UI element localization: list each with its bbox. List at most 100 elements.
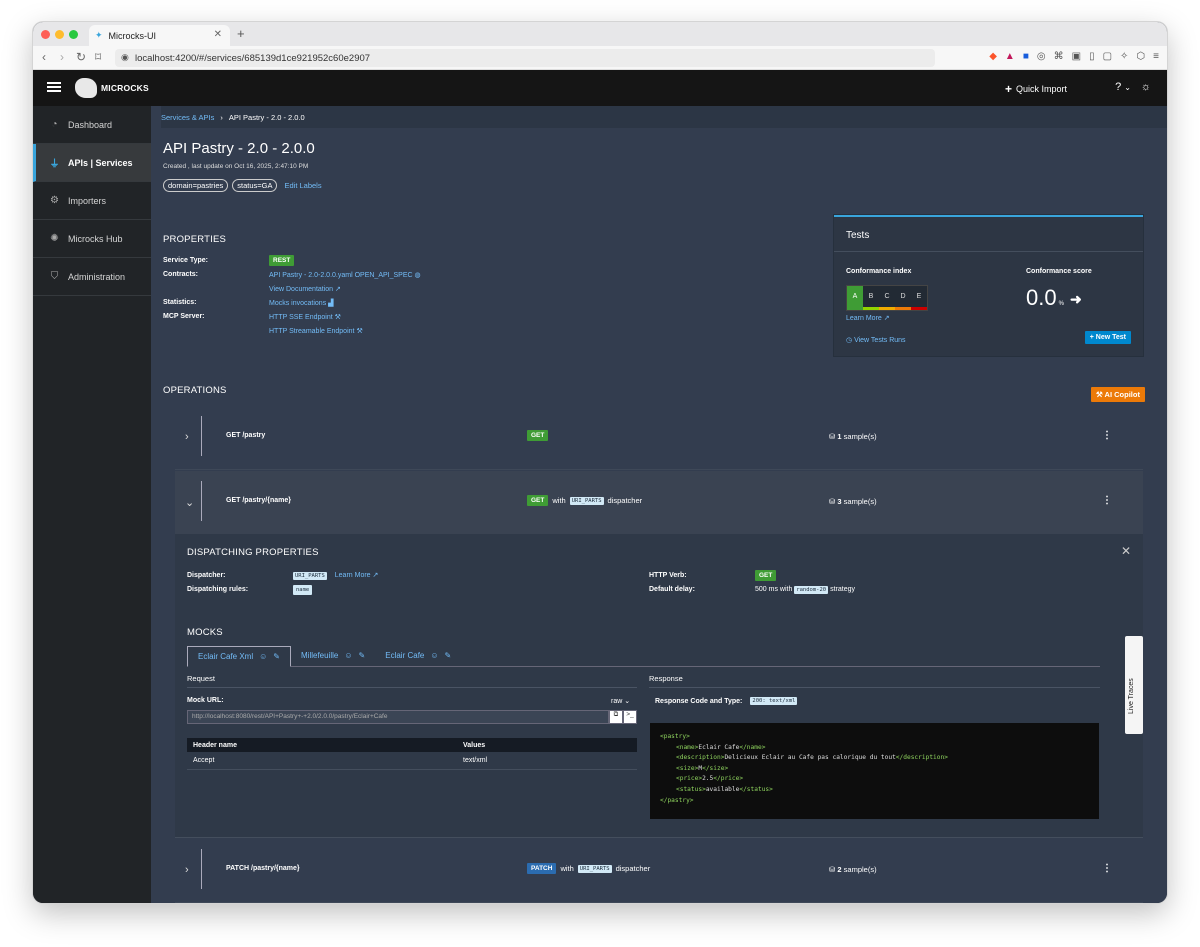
live-traces-drawer-tab[interactable]: Live Traces — [1125, 636, 1143, 734]
tab-label: Eclair Cafe Xml — [198, 652, 254, 661]
dispatcher-code: URI_PARTS — [569, 496, 604, 505]
chevron-down-icon[interactable]: ⌄ — [185, 496, 194, 509]
external-link-icon: ↗ — [372, 572, 379, 579]
translate-icon[interactable]: ▣ — [1072, 51, 1081, 62]
streamable-endpoint-link[interactable]: HTTP Streamable Endpoint ⚒ — [269, 327, 363, 335]
edit-icon[interactable]: ✎ — [273, 652, 280, 661]
leo-ai-icon[interactable]: ✧ — [1120, 51, 1128, 62]
samples-count: 3 — [837, 497, 842, 506]
copy-icon[interactable]: ☺ — [430, 651, 438, 661]
browser-tab[interactable]: ✦ Microcks-UI ✕ — [89, 25, 230, 46]
breadcrumb-services-link[interactable]: Services & APIs — [161, 113, 214, 122]
hub-icon: ✺ — [50, 233, 59, 244]
sse-endpoint-link[interactable]: HTTP SSE Endpoint ⚒ — [269, 313, 341, 321]
plus-icon: + — [1004, 82, 1012, 96]
kebab-menu-icon[interactable]: ⋮ — [1102, 863, 1112, 874]
copy-icon[interactable]: ☺ — [344, 651, 352, 661]
http-verb-badge: GET — [755, 570, 777, 581]
operation-method: PATCH with URI_PARTS dispatcher — [527, 863, 650, 874]
view-tests-runs-link[interactable]: ◷ View Tests Runs — [846, 336, 906, 344]
back-icon[interactable]: ‹ — [42, 50, 46, 64]
brave-rewards-icon[interactable]: ▲ — [1005, 51, 1015, 62]
new-tab-icon[interactable]: + — [237, 26, 245, 41]
vpn-icon[interactable]: ⬡ — [1136, 51, 1145, 62]
password-manager-icon[interactable]: ■ — [1023, 51, 1029, 62]
site-info-icon[interactable]: ◉ — [121, 52, 129, 63]
new-test-button[interactable]: + New Test — [1084, 331, 1131, 344]
operation-row[interactable]: › PATCH /pastry/{name} PATCH with URI_PA… — [175, 839, 1143, 903]
service-labels: domain=pastries status=GA Edit Labels — [163, 179, 322, 192]
microcks-logo[interactable]: MICROCKS — [75, 78, 149, 98]
dispatcher-learn-more-link[interactable]: Learn More ↗ — [335, 572, 379, 579]
tests-card: Tests Conformance index Conformance scor… — [834, 215, 1143, 356]
close-tab-icon[interactable]: ✕ — [214, 29, 222, 40]
contract-link[interactable]: API Pastry - 2.0-2.0.0.yaml OPEN_API_SPE… — [269, 271, 421, 279]
help-menu-button[interactable]: ? ⌄ — [1115, 81, 1131, 93]
conformance-learn-more-link[interactable]: Learn More ↗ — [846, 314, 890, 322]
method-badge: GET — [527, 430, 549, 441]
kebab-menu-icon[interactable]: ⋮ — [1102, 495, 1112, 506]
sidebar-item-administration[interactable]: ⛉ Administration — [33, 258, 151, 296]
tab-millefeuille[interactable]: Millefeuille ☺ ✎ — [291, 646, 375, 666]
menu-toggle-icon[interactable] — [47, 82, 61, 92]
reload-icon[interactable]: ↻ — [76, 50, 86, 64]
format-select[interactable]: raw ⌄ — [611, 697, 630, 705]
forward-icon[interactable]: › — [60, 50, 64, 64]
kebab-menu-icon[interactable]: ⋮ — [1102, 430, 1112, 441]
conformance-score: 0.0 % — [1026, 285, 1064, 311]
edit-labels-link[interactable]: Edit Labels — [284, 181, 321, 190]
mocks-invocations-link[interactable]: Mocks invocations ▟ — [269, 299, 334, 307]
conformance-score-label: Conformance score — [1026, 268, 1092, 275]
bookmark-icon[interactable]: ⌑ — [95, 50, 101, 64]
theme-toggle-icon[interactable]: ☼ — [1141, 81, 1151, 93]
xml-open-tag: <status> — [676, 785, 706, 793]
page-title: API Pastry - 2.0 - 2.0.0 — [163, 140, 315, 157]
ai-copilot-button[interactable]: ⚒ AI Copilot — [1091, 387, 1145, 402]
chevron-right-icon[interactable]: › — [185, 431, 189, 443]
view-documentation-link[interactable]: View Documentation ↗ — [269, 285, 341, 293]
copy-icon[interactable]: ☺ — [259, 652, 267, 661]
tab-eclair-cafe[interactable]: Eclair Cafe ☺ ✎ — [375, 646, 461, 666]
curl-command-button[interactable]: >_ — [623, 710, 637, 724]
sidebar-item-microcks-hub[interactable]: ✺ Microcks Hub — [33, 220, 151, 258]
xml-close-tag: </name> — [739, 743, 766, 751]
browser-menu-icon[interactable]: ≡ — [1153, 51, 1159, 62]
zoom-window-button[interactable] — [69, 30, 78, 39]
request-header: Request — [187, 674, 637, 688]
method-badge: PATCH — [527, 863, 557, 874]
quick-import-button[interactable]: + Quick Import — [1005, 82, 1067, 96]
close-window-button[interactable] — [41, 30, 50, 39]
operation-row[interactable]: › GET /pastry GET ⛁ 1 sample(s) ⋮ — [175, 406, 1143, 470]
mock-url-input[interactable]: http://localhost:8080/rest/API+Pastry+-+… — [187, 710, 609, 724]
edit-icon[interactable]: ✎ — [359, 651, 366, 661]
sidebar-toggle-icon[interactable]: ▯ — [1089, 51, 1095, 62]
sidebar-item-importers[interactable]: ⚙ Importers — [33, 182, 151, 220]
sidebar-item-apis-services[interactable]: ⏚ APIs | Services — [33, 144, 151, 182]
label-chip: status=GA — [232, 179, 278, 192]
minimize-window-button[interactable] — [55, 30, 64, 39]
samples-label: sample(s) — [843, 865, 877, 874]
copy-url-button[interactable]: ⧉ — [609, 710, 623, 724]
breadcrumb-current: API Pastry - 2.0 - 2.0.0 — [228, 112, 305, 122]
statistics-key: Statistics: — [163, 299, 197, 306]
sidebar-item-dashboard[interactable]: ◔ Dashboard — [33, 106, 151, 144]
chevron-right-icon[interactable]: › — [185, 864, 189, 876]
operation-row[interactable]: ⌄ GET /pastry/{name} GET with URI_PARTS … — [175, 471, 1143, 535]
chat-extension-icon[interactable]: ◎ — [1037, 51, 1046, 62]
brave-shield-icon[interactable]: ◆ — [989, 51, 997, 62]
edit-icon[interactable]: ✎ — [445, 651, 452, 661]
operation-method: GET — [527, 430, 549, 441]
breadcrumb-separator: › — [220, 112, 223, 122]
wallet-icon[interactable]: ▢ — [1103, 51, 1112, 62]
grade-b: B — [863, 286, 879, 310]
xml-close-tag: </price> — [713, 775, 744, 783]
close-icon[interactable]: ✕ — [1121, 544, 1131, 558]
address-bar[interactable]: ◉ localhost:4200/#/services/685139d1ce92… — [115, 49, 935, 67]
extensions-icon[interactable]: ⌘ — [1054, 51, 1064, 62]
grade-a: A — [847, 286, 863, 310]
operation-name: GET /pastry/{name} — [226, 497, 291, 504]
streamable-endpoint-text: HTTP Streamable Endpoint — [269, 328, 355, 335]
score-unit: % — [1058, 301, 1064, 307]
wrench-icon: ⚒ — [334, 314, 341, 321]
tab-eclair-cafe-xml[interactable]: Eclair Cafe Xml ☺ ✎ — [187, 646, 291, 667]
